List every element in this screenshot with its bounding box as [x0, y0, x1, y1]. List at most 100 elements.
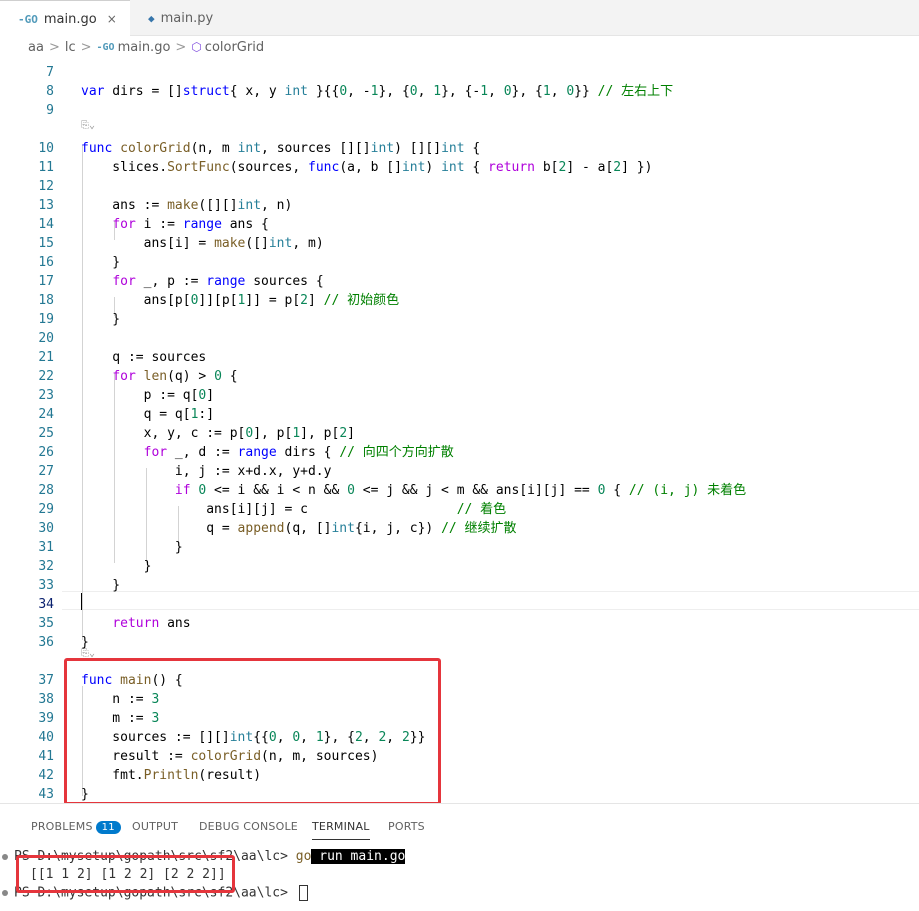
line-number: 7 — [46, 65, 54, 80]
code-line[interactable]: 35 return ans — [0, 614, 919, 633]
line-number: 18 — [38, 293, 54, 308]
line-number: 27 — [38, 464, 54, 479]
breadcrumb-item-aa[interactable]: aa — [28, 40, 44, 55]
bottom-panel: PROBLEMS 11 OUTPUT DEBUG CONSOLE TERMINAL… — [0, 803, 919, 911]
code-line[interactable]: 31 } — [0, 538, 919, 557]
code-line[interactable]: 23 p := q[0] — [0, 386, 919, 405]
tab-main-py[interactable]: ◆ main.py — [130, 0, 250, 36]
line-number: 19 — [38, 312, 54, 327]
code-line[interactable]: 33 } — [0, 576, 919, 595]
line-code: x, y, c := p[0], p[1], p[2] — [81, 426, 355, 441]
code-line[interactable]: 8 var dirs = []struct{ x, y int }{{0, -1}… — [0, 82, 919, 101]
code-line[interactable]: 12 — [0, 177, 919, 196]
code-line[interactable]: 11 slices.SortFunc(sources, func(a, b []… — [0, 158, 919, 177]
line-number: 37 — [38, 673, 54, 688]
line-code: q = q[1:] — [81, 407, 215, 422]
line-number: 21 — [38, 350, 54, 365]
line-number: 22 — [38, 369, 54, 384]
code-line[interactable]: 16 } — [0, 253, 919, 272]
line-number: 40 — [38, 730, 54, 745]
breadcrumb-item-symbol[interactable]: colorGrid — [205, 40, 264, 55]
panel-tabs: PROBLEMS 11 OUTPUT DEBUG CONSOLE TERMINAL… — [0, 804, 919, 846]
line-code: } — [81, 255, 121, 270]
line-code: return ans — [112, 616, 191, 631]
line-number: 26 — [38, 445, 54, 460]
code-line[interactable]: 9 — [0, 101, 919, 120]
python-file-icon: ◆ — [148, 11, 155, 25]
line-code: ans[i] = make([]int, m) — [81, 236, 324, 251]
line-number: 32 — [38, 559, 54, 574]
go-file-icon: -GO — [96, 41, 115, 53]
breadcrumb-item-file[interactable]: main.go — [118, 40, 171, 55]
symbol-method-icon: ⬡ — [191, 40, 202, 54]
line-number: 12 — [38, 179, 54, 194]
breadcrumb: aa > lc > -GO main.go > ⬡ colorGrid — [0, 36, 919, 58]
tab-debug-console[interactable]: DEBUG CONSOLE — [199, 820, 298, 833]
code-line[interactable]: 13 ans := make([][]int, n) — [0, 196, 919, 215]
code-line[interactable]: 24 q = q[1:] — [0, 405, 919, 424]
code-lens-icon[interactable]: ⎘⌄ — [81, 120, 95, 131]
code-line[interactable]: 19 } — [0, 310, 919, 329]
tab-ports[interactable]: PORTS — [388, 820, 425, 833]
terminal-command-args: run main.go — [311, 849, 406, 864]
line-number: 10 — [38, 141, 54, 156]
line-code: ans := make([][]int, n) — [81, 198, 293, 213]
line-number: 17 — [38, 274, 54, 289]
line-code: } — [81, 559, 152, 574]
terminal-decoration-icon — [2, 854, 8, 860]
highlight-box-output — [16, 855, 235, 893]
code-line[interactable]: 36} — [0, 633, 919, 652]
code-line[interactable]: 10 func colorGrid(n, m int, sources [][]i… — [0, 139, 919, 158]
line-number: 15 — [38, 236, 54, 251]
editor-tab-bar: -GO main.go × ◆ main.py — [0, 0, 919, 37]
line-number: 43 — [38, 787, 54, 802]
tab-problems-label: PROBLEMS — [31, 820, 93, 833]
line-code: q := sources — [81, 350, 207, 365]
line-number: 34 — [38, 597, 54, 612]
line-number: 9 — [46, 103, 54, 118]
breadcrumb-item-lc[interactable]: lc — [65, 40, 76, 55]
line-number: 39 — [38, 711, 54, 726]
chevron-right-icon: > — [80, 39, 92, 55]
line-code: for i := range ans { — [112, 217, 269, 232]
line-code: for _, d := range dirs { // 向四个方向扩散 — [143, 445, 454, 460]
line-code: ans[i][j] = c // 着色 — [81, 502, 507, 517]
tab-output[interactable]: OUTPUT — [132, 820, 178, 833]
line-number: 8 — [46, 84, 54, 99]
line-number: 41 — [38, 749, 54, 764]
code-line[interactable]: 7 — [0, 63, 919, 82]
tab-terminal[interactable]: TERMINAL — [312, 820, 370, 840]
code-line[interactable]: 22 for len(q) > 0 { — [0, 367, 919, 386]
code-line[interactable]: 34 — [0, 595, 919, 614]
code-line[interactable]: 21 q := sources — [0, 348, 919, 367]
code-line[interactable]: 25 x, y, c := p[0], p[1], p[2] — [0, 424, 919, 443]
line-number: 33 — [38, 578, 54, 593]
code-line[interactable]: 15 ans[i] = make([]int, m) — [0, 234, 919, 253]
line-code: } — [81, 635, 89, 650]
problems-count-badge: 11 — [95, 821, 121, 834]
code-line[interactable]: 32 } — [0, 557, 919, 576]
line-number: 11 — [38, 160, 54, 175]
code-line[interactable]: 20 — [0, 329, 919, 348]
line-number: 23 — [38, 388, 54, 403]
code-line[interactable]: 17 for _, p := range sources { — [0, 272, 919, 291]
code-line[interactable]: 30 q = append(q, []int{i, j, c}) // 继续扩散 — [0, 519, 919, 538]
code-editor[interactable]: ⎘⌄ ⎘⌄ 7 8 var dirs = []struct{ x, y int }{… — [0, 58, 919, 803]
code-line[interactable]: 14 for i := range ans { — [0, 215, 919, 234]
code-line[interactable]: 28 if 0 <= i && i < n && 0 <= j && j < m… — [0, 481, 919, 500]
close-icon[interactable]: × — [107, 12, 117, 26]
code-line[interactable]: 26 for _, d := range dirs { // 向四个方向扩散 — [0, 443, 919, 462]
line-number: 20 — [38, 331, 54, 346]
chevron-right-icon: > — [48, 39, 60, 55]
line-number: 29 — [38, 502, 54, 517]
line-number: 31 — [38, 540, 54, 555]
line-code: for _, p := range sources { — [112, 274, 324, 289]
tab-problems[interactable]: PROBLEMS 11 — [31, 820, 121, 834]
line-code: } — [81, 540, 183, 555]
tab-label: main.go — [43, 11, 97, 27]
tab-main-go[interactable]: -GO main.go × — [0, 0, 130, 37]
code-line[interactable]: 27 i, j := x+d.x, y+d.y — [0, 462, 919, 481]
line-number: 28 — [38, 483, 54, 498]
code-line[interactable]: 29 ans[i][j] = c // 着色 — [0, 500, 919, 519]
code-line[interactable]: 18 ans[p[0]][p[1]] = p[2] // 初始颜色 — [0, 291, 919, 310]
